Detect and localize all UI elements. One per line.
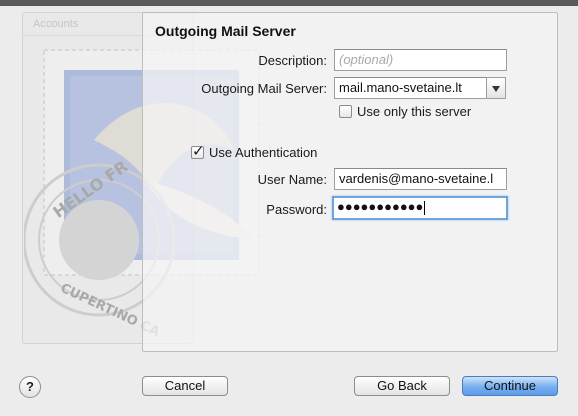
username-field[interactable]: vardenis@mano-svetaine.l xyxy=(334,168,507,190)
checkmark-icon: ✓ xyxy=(192,143,205,160)
password-field[interactable]: ●●●●●●●●●●● xyxy=(332,196,508,220)
outgoing-server-label: Outgoing Mail Server: xyxy=(201,81,327,96)
use-authentication-checkbox[interactable]: ✓ xyxy=(191,143,205,160)
cancel-button[interactable]: Cancel xyxy=(142,376,228,396)
description-label: Description: xyxy=(258,53,327,68)
outgoing-server-combo[interactable]: mail.mano-svetaine.lt xyxy=(334,77,487,99)
username-label: User Name: xyxy=(257,172,327,187)
server-dropdown-button[interactable] xyxy=(486,77,506,99)
password-label: Password: xyxy=(266,202,327,217)
go-back-button[interactable]: Go Back xyxy=(354,376,450,396)
use-authentication-label: Use Authentication xyxy=(209,145,318,160)
window-top-edge xyxy=(0,0,578,6)
page-title: Outgoing Mail Server xyxy=(155,23,296,39)
description-field[interactable]: (optional) xyxy=(334,49,507,71)
text-cursor xyxy=(424,200,426,215)
password-value: ●●●●●●●●●●● xyxy=(337,199,424,214)
help-button[interactable]: ? xyxy=(19,376,41,398)
continue-button[interactable]: Continue xyxy=(462,376,558,396)
use-only-server-checkbox[interactable] xyxy=(339,105,352,118)
use-only-server-label: Use only this server xyxy=(357,104,472,119)
chevron-down-icon xyxy=(492,86,500,92)
